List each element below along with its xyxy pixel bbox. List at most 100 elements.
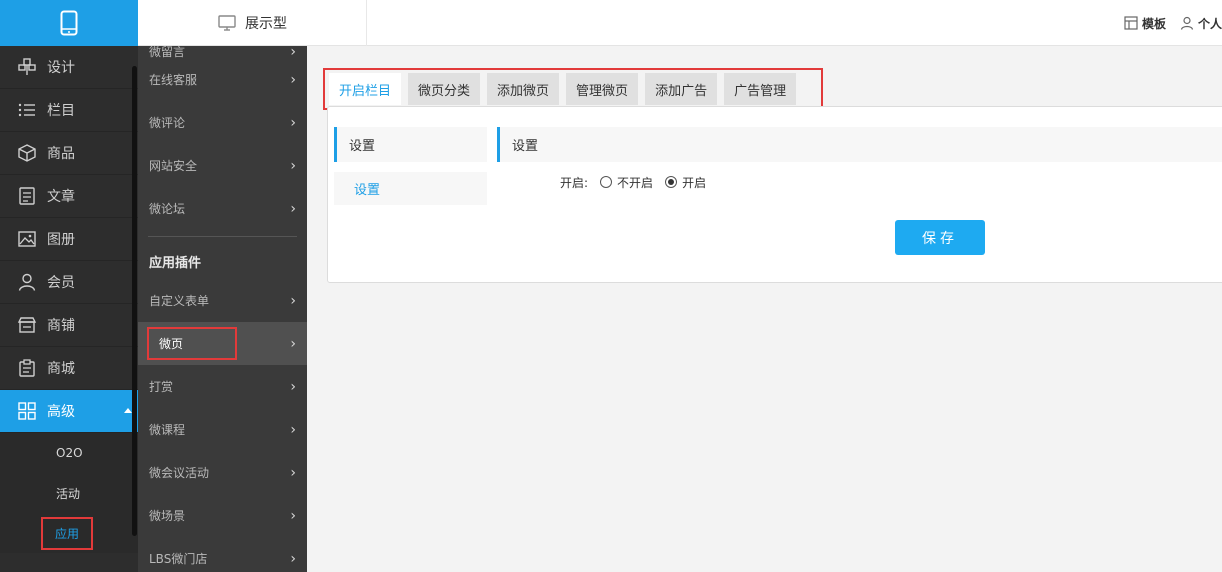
template-button[interactable]: 模板 (1124, 15, 1166, 32)
settings-title-label: 设置 (512, 139, 539, 154)
main-sidebar: 设计 栏目 商品 文章 图册 会员 商铺 商城 高级 O2O 活动 应用 (0, 46, 138, 572)
store-icon (17, 317, 37, 333)
tab-bar: 开启栏目 微页分类 添加微页 管理微页 添加广告 广告管理 (323, 68, 823, 110)
plugin-item-label: 微会议活动 (149, 466, 210, 480)
top-right-actions: 模板 个人 (1124, 0, 1222, 46)
box-icon (18, 144, 36, 162)
settings-title: 设置 (497, 127, 1222, 162)
plugin-item-label: 微论坛 (149, 202, 186, 216)
settings-panel: 设置 设置 设置 开启: 不开启 开启 保存 (327, 106, 1222, 283)
nav-item-products[interactable]: 商品 (0, 132, 138, 175)
monitor-icon (218, 15, 236, 31)
plugin-item[interactable]: 微评论 › (138, 101, 307, 144)
nav-item-label: 文章 (47, 189, 75, 205)
template-label: 模板 (1141, 16, 1166, 31)
nav-item-label: 图册 (47, 232, 75, 248)
chevron-right-icon: › (290, 292, 296, 309)
radio-enable-label: 开启 (682, 175, 707, 190)
caret-up-icon (124, 408, 132, 413)
nav-item-members[interactable]: 会员 (0, 261, 138, 304)
chevron-right-icon: › (290, 71, 296, 88)
tab-label: 管理微页 (576, 83, 629, 99)
side-menu-link-settings[interactable]: 设置 (334, 172, 487, 205)
chevron-right-icon: › (290, 421, 296, 438)
chevron-right-icon: › (290, 507, 296, 524)
radio-enable-dot[interactable] (665, 176, 678, 188)
mobile-phone-icon (60, 10, 78, 36)
radio-disable-label: 不开启 (617, 175, 654, 190)
sidebar-scrollbar[interactable] (132, 66, 137, 536)
mobile-logo[interactable] (0, 0, 138, 46)
plugin-item[interactable]: 微论坛 › (138, 187, 307, 230)
main-content: 开启栏目 微页分类 添加微页 管理微页 添加广告 广告管理 设置 设置 设置 开… (307, 46, 1222, 572)
clipboard-icon (19, 359, 35, 377)
plugin-item[interactable]: 微场景 › (138, 494, 307, 537)
view-mode-switch[interactable]: 展示型 (138, 0, 367, 46)
radio-enable[interactable]: 开启 (665, 174, 706, 191)
tab-add-micropage[interactable]: 添加微页 (487, 73, 560, 105)
nav-item-label: 商城 (47, 361, 75, 377)
plugin-item[interactable]: 微课程 › (138, 408, 307, 451)
personal-label: 个人 (1197, 16, 1222, 31)
template-icon (1124, 16, 1138, 30)
sub-item-activities[interactable]: 活动 (0, 473, 138, 513)
tab-manage-micropage[interactable]: 管理微页 (566, 73, 639, 105)
plugin-item-label: 微页 (147, 327, 238, 360)
plugin-sidebar: 微留言 › 在线客服 › 微评论 › 网站安全 › 微论坛 › 应用插件 自定义… (138, 46, 307, 572)
user-icon (1180, 16, 1194, 30)
view-mode-label: 展示型 (245, 16, 287, 32)
tab-add-ad[interactable]: 添加广告 (645, 73, 718, 105)
document-icon (19, 187, 35, 205)
nav-item-design[interactable]: 设计 (0, 46, 138, 89)
plugin-item[interactable]: 打赏 › (138, 365, 307, 408)
radio-disable-dot[interactable] (600, 176, 613, 188)
sub-item-label: 活动 (56, 486, 81, 501)
section-title-label: 应用插件 (149, 255, 202, 271)
tab-ad-management[interactable]: 广告管理 (724, 73, 797, 105)
design-icon (18, 58, 36, 75)
image-icon (18, 231, 36, 247)
settings-section: 设置 开启: 不开启 开启 (497, 127, 1222, 202)
tab-micropage-category[interactable]: 微页分类 (408, 73, 481, 105)
plugin-item-label: 打赏 (149, 380, 174, 394)
tab-label: 添加微页 (497, 83, 550, 99)
save-button[interactable]: 保存 (895, 220, 985, 255)
plugin-item-micropage[interactable]: 微页 › (138, 322, 307, 365)
nav-item-articles[interactable]: 文章 (0, 175, 138, 218)
tab-label: 开启栏目 (339, 83, 392, 99)
plugin-item-label: 微评论 (149, 116, 186, 130)
list-icon (18, 103, 35, 117)
sub-item-o2o[interactable]: O2O (0, 433, 138, 473)
plugin-item[interactable]: 网站安全 › (138, 144, 307, 187)
plugin-item[interactable]: 自定义表单 › (138, 279, 307, 322)
chevron-right-icon: › (290, 550, 296, 567)
enable-field-row: 开启: 不开启 开启 (497, 162, 1222, 202)
nav-item-advanced[interactable]: 高级 (0, 390, 138, 433)
divider (148, 236, 297, 237)
tab-label: 广告管理 (734, 83, 787, 99)
side-menu-title-label: 设置 (349, 139, 376, 154)
radio-disable[interactable]: 不开启 (600, 174, 653, 191)
tab-label: 微页分类 (418, 83, 471, 99)
enable-field-label: 开启: (560, 175, 589, 190)
chevron-right-icon: › (290, 114, 296, 131)
tab-enable-column[interactable]: 开启栏目 (329, 73, 402, 105)
chevron-right-icon: › (290, 378, 296, 395)
plugin-item[interactable]: LBS微门店 › (138, 537, 307, 572)
side-menu-link-label: 设置 (354, 183, 381, 198)
sub-item-apps[interactable]: 应用 (0, 513, 138, 553)
plugin-item[interactable]: 在线客服 › (138, 58, 307, 101)
nav-item-mall[interactable]: 商城 (0, 347, 138, 390)
plugin-item-label: 微课程 (149, 423, 186, 437)
chevron-right-icon: › (290, 157, 296, 174)
nav-item-albums[interactable]: 图册 (0, 218, 138, 261)
personal-button[interactable]: 个人 (1180, 15, 1222, 32)
plugin-item-label: 微留言 (149, 46, 186, 58)
plugin-item[interactable]: 微留言 › (138, 46, 307, 58)
nav-item-columns[interactable]: 栏目 (0, 89, 138, 132)
nav-item-label: 会员 (47, 275, 75, 291)
nav-item-shops[interactable]: 商铺 (0, 304, 138, 347)
plugin-item-label: 网站安全 (149, 159, 198, 173)
side-menu-title: 设置 (334, 127, 487, 162)
plugin-item[interactable]: 微会议活动 › (138, 451, 307, 494)
